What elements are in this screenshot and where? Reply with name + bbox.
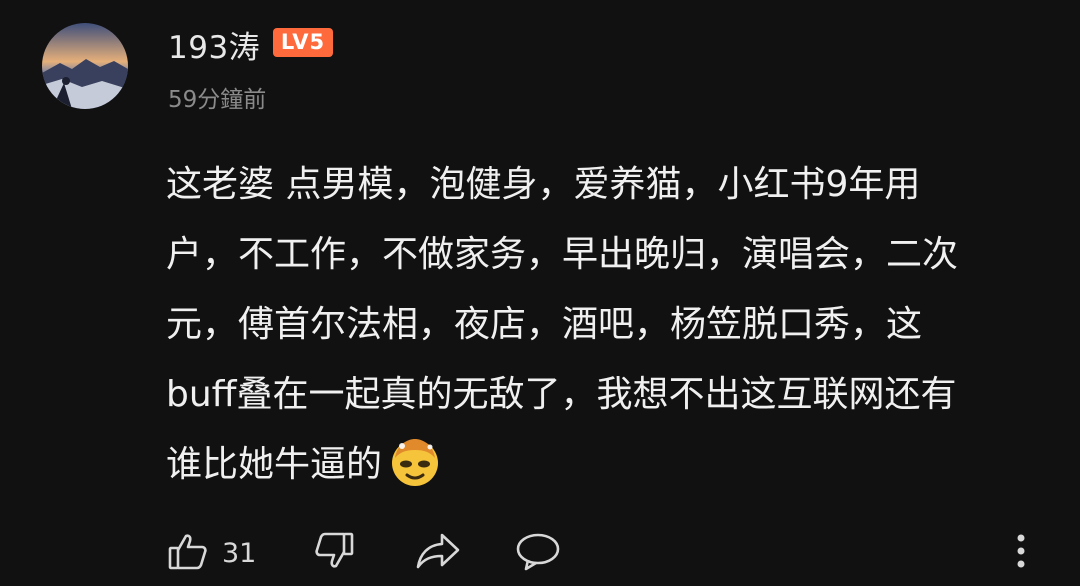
comment-line: buff叠在一起真的无敌了，我想不出这互联网还有 [166, 374, 957, 415]
thumbs-down-icon [312, 529, 356, 577]
comment-actions: 31 [0, 520, 1080, 586]
like-count: 31 [222, 537, 257, 569]
comment-body: 这老婆 点男模，泡健身，爱养猫，小红书9年用 户，不工作，不做家务，早出晚归，演… [166, 150, 1056, 500]
comment-line: 户，不工作，不做家务，早出晚归，演唱会，二次 [166, 234, 959, 275]
avatar[interactable] [42, 23, 128, 109]
reply-button[interactable] [514, 530, 562, 576]
share-button[interactable] [414, 530, 462, 576]
more-vert-icon [1006, 529, 1036, 577]
comment-line-text: 谁比她牛逼的 [166, 444, 383, 485]
comment-card: 193涛 LV5 59分鐘前 这老婆 点男模，泡健身，爱养猫，小红书9年用 户，… [0, 0, 1080, 586]
comment-line: 元，傅首尔法相，夜店，酒吧，杨笠脱口秀，这 [166, 304, 923, 345]
comment-line-last: 谁比她牛逼的 [166, 430, 1056, 500]
level-badge: LV5 [273, 28, 333, 57]
thumbs-up-icon [166, 529, 210, 577]
more-options-button[interactable] [1006, 530, 1036, 576]
like-button[interactable]: 31 [166, 530, 256, 576]
comment-line: 这老婆 点男模，泡健身，爱养猫，小红书9年用 [166, 164, 921, 205]
reply-icon [514, 529, 562, 577]
username[interactable]: 193涛 [168, 22, 260, 67]
share-icon [414, 529, 462, 577]
timestamp: 59分鐘前 [168, 87, 267, 113]
dislike-button[interactable] [312, 530, 356, 576]
mind-blown-emoji-icon [388, 434, 442, 488]
